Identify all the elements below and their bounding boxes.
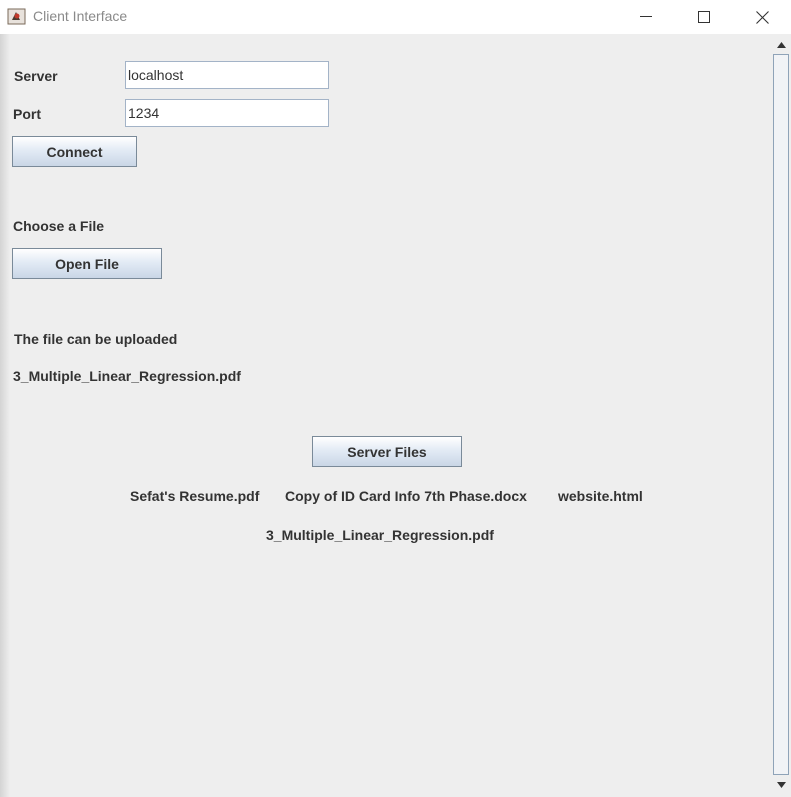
connect-button-label: Connect — [46, 143, 103, 160]
scroll-track[interactable] — [772, 54, 791, 775]
open-file-button[interactable]: Open File — [12, 248, 162, 279]
server-file-item: website.html — [558, 488, 643, 504]
arrow-up-icon — [777, 42, 786, 48]
minimize-icon — [640, 16, 652, 17]
window-title: Client Interface — [33, 8, 128, 24]
server-label: Server — [14, 68, 58, 84]
choose-file-label: Choose a File — [13, 218, 105, 234]
java-cup-icon — [7, 7, 27, 25]
scroll-down-button[interactable] — [772, 776, 791, 794]
connect-button[interactable]: Connect — [12, 136, 137, 167]
close-button[interactable] — [733, 0, 791, 34]
title-bar: Client Interface — [0, 0, 791, 34]
upload-status-text: The file can be uploaded — [14, 331, 178, 347]
arrow-down-icon — [777, 782, 786, 788]
server-files-button-label: Server Files — [347, 443, 427, 460]
window-edge-shadow — [0, 34, 10, 797]
server-file-item: Copy of ID Card Info 7th Phase.docx — [285, 488, 527, 504]
vertical-scrollbar[interactable] — [772, 34, 791, 797]
selected-file-name: 3_Multiple_Linear_Regression.pdf — [13, 368, 241, 384]
server-files-button[interactable]: Server Files — [312, 436, 462, 467]
minimize-button[interactable] — [617, 0, 675, 34]
maximize-icon — [698, 11, 710, 23]
scroll-up-button[interactable] — [772, 36, 791, 54]
server-file-item: 3_Multiple_Linear_Regression.pdf — [266, 527, 494, 543]
maximize-button[interactable] — [675, 0, 733, 34]
scroll-thumb[interactable] — [773, 54, 789, 775]
server-file-item: Sefat's Resume.pdf — [130, 488, 260, 504]
close-icon — [755, 10, 769, 24]
server-input[interactable] — [125, 61, 329, 89]
open-file-button-label: Open File — [55, 255, 119, 272]
port-input[interactable] — [125, 99, 329, 127]
port-label: Port — [13, 106, 41, 122]
